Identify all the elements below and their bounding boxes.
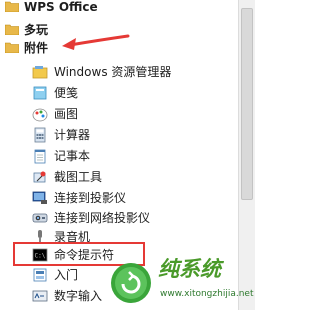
watermark-title: 纯系统 xyxy=(158,257,225,281)
start-menu-all-programs: WPS Office 多玩 附件 Windows 资源管理器 便笺 画图 计算器… xyxy=(0,0,255,310)
watermark-logo: 纯系统 www.xitongzhijia.net xyxy=(111,257,254,303)
watermark-url: www.xitongzhijia.net xyxy=(160,289,254,299)
